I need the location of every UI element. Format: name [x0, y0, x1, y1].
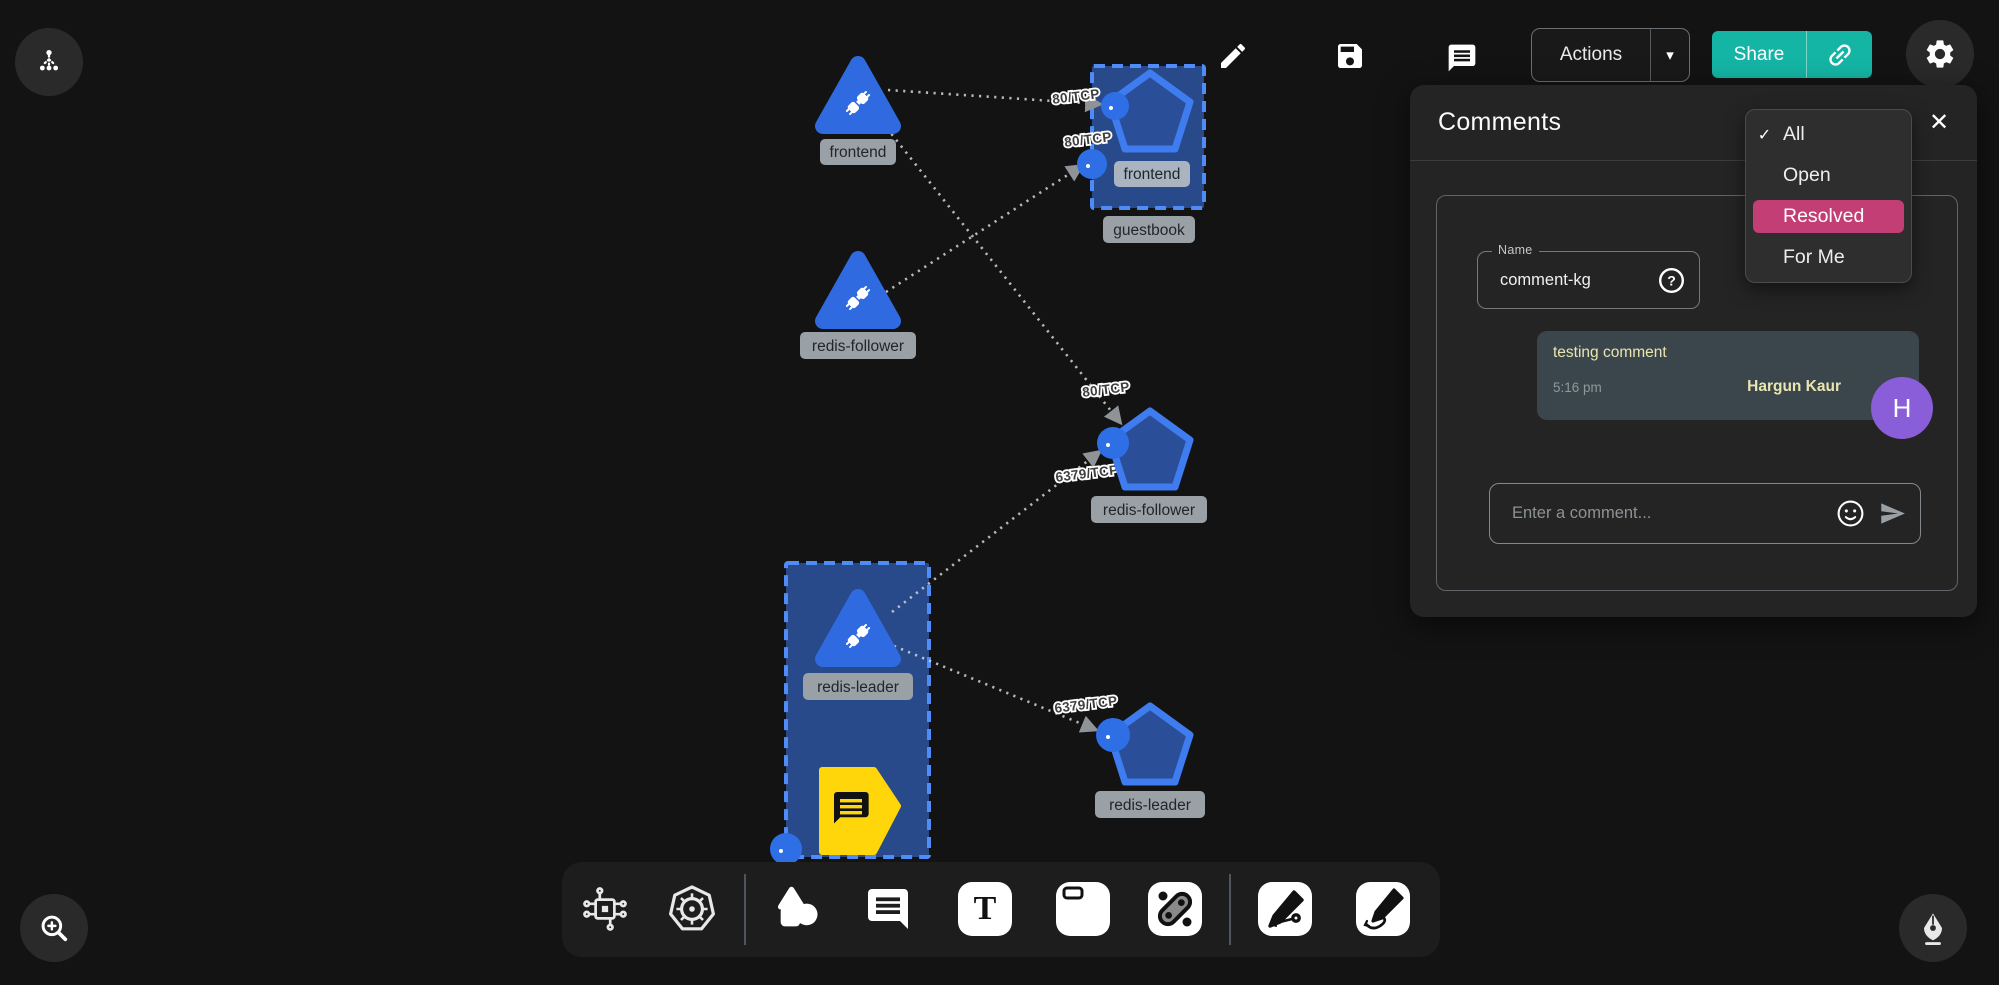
actions-label: Actions — [1532, 44, 1650, 66]
frame-tool-button[interactable] — [1056, 882, 1110, 936]
toolbar-divider — [744, 874, 746, 945]
label-service-redis-leader: redis-leader — [803, 673, 913, 700]
comments-filter-menu: ✓ All Open Resolved For Me — [1745, 109, 1912, 283]
svg-text:?: ? — [1667, 273, 1676, 289]
node-service-redis-follower[interactable] — [823, 259, 893, 321]
svg-text:frontend: frontend — [1124, 166, 1181, 183]
scribble-pen-icon — [1356, 882, 1410, 936]
svg-text:redis-follower: redis-follower — [1103, 502, 1195, 519]
svg-text:redis-follower: redis-follower — [812, 338, 904, 355]
svg-text:guestbook: guestbook — [1113, 222, 1185, 239]
port-label: 6379/TCP — [1054, 693, 1119, 716]
infra-tool-button[interactable] — [580, 884, 630, 934]
node-service-frontend[interactable] — [823, 64, 893, 126]
zoom-in-icon — [37, 911, 71, 945]
text-tool-button[interactable]: T — [958, 882, 1012, 936]
zoom-button[interactable] — [20, 894, 88, 962]
shapes-icon — [772, 883, 824, 935]
group-endpoint[interactable] — [770, 833, 802, 865]
connector-tool-button[interactable] — [1148, 882, 1202, 936]
comment-bubble[interactable]: testing comment 5:16 pm Hargun Kaur — [1537, 331, 1919, 420]
share-button[interactable]: Share — [1712, 31, 1872, 78]
copy-link-icon[interactable] — [1807, 40, 1872, 70]
close-icon[interactable]: ✕ — [1921, 105, 1957, 141]
filter-option-resolved[interactable]: Resolved — [1746, 196, 1911, 237]
help-icon[interactable]: ? — [1658, 267, 1685, 294]
toolbar-divider — [1229, 874, 1231, 945]
filter-option-all[interactable]: ✓ All — [1746, 114, 1911, 155]
comment-tool-button[interactable] — [864, 885, 912, 933]
pencil-icon — [1217, 40, 1249, 72]
label-service-redis-follower: redis-follower — [800, 332, 916, 359]
text-tool-icon: T — [958, 882, 1012, 936]
share-label: Share — [1712, 44, 1806, 66]
name-field-label: Name — [1492, 243, 1539, 257]
actions-button[interactable]: Actions ▾ — [1531, 28, 1690, 82]
svg-text:frontend: frontend — [830, 144, 887, 161]
filter-option-for-me[interactable]: For Me — [1746, 237, 1911, 278]
comment-name-field[interactable]: Name ? — [1477, 251, 1700, 309]
avatar: H — [1871, 377, 1933, 439]
filter-option-open[interactable]: Open — [1746, 155, 1911, 196]
chevron-down-icon[interactable]: ▾ — [1651, 46, 1689, 64]
comments-toggle-button[interactable] — [1438, 34, 1486, 82]
settings-button[interactable] — [1906, 20, 1974, 88]
pen-mode-button[interactable] — [1899, 894, 1967, 962]
pen-path-icon — [1258, 882, 1312, 936]
gear-icon — [1923, 37, 1957, 71]
label-pod-redis-leader: redis-leader — [1095, 791, 1205, 818]
comment-input-box[interactable] — [1489, 483, 1921, 544]
svg-text:redis-leader: redis-leader — [1109, 797, 1191, 814]
comment-input[interactable] — [1510, 503, 1836, 524]
edit-button[interactable] — [1209, 32, 1257, 80]
connector-icon — [1148, 882, 1202, 936]
comment-icon — [1446, 42, 1478, 74]
shape-toolbar: T — [562, 862, 1440, 957]
label-group-guestbook: guestbook — [1103, 216, 1195, 243]
port-label: 80/TCP — [1081, 379, 1130, 400]
scribble-tool-button[interactable] — [1356, 882, 1410, 936]
pen-path-tool-button[interactable] — [1258, 882, 1312, 936]
save-icon — [1334, 40, 1366, 72]
shapes-tool-button[interactable] — [772, 883, 824, 935]
save-button[interactable] — [1326, 32, 1374, 80]
label-service-frontend: frontend — [820, 139, 896, 165]
comment-text: testing comment — [1553, 344, 1903, 362]
comment-author: Hargun Kaur — [1747, 378, 1841, 396]
kubernetes-icon — [666, 883, 718, 935]
emoji-icon[interactable] — [1836, 499, 1865, 528]
hierarchy-layout-button[interactable] — [15, 28, 83, 96]
pen-nib-icon — [1915, 910, 1951, 946]
comment-time: 5:16 pm — [1553, 380, 1602, 395]
check-icon: ✓ — [1746, 125, 1783, 145]
panel-title: Comments — [1438, 108, 1561, 137]
frame-tool-icon — [1056, 882, 1110, 936]
kubernetes-tool-button[interactable] — [666, 883, 718, 935]
chip-icon — [580, 884, 630, 934]
node-pod-redis-leader[interactable] — [1096, 706, 1190, 782]
port-label: 6379/TCP — [1055, 462, 1120, 485]
edge-redis-follower-svc-to-frontend-pod[interactable] — [886, 167, 1080, 292]
name-input[interactable] — [1498, 270, 1632, 291]
svg-text:redis-leader: redis-leader — [817, 679, 899, 696]
comment-tool-icon — [864, 885, 912, 933]
label-pod-redis-follower: redis-follower — [1091, 496, 1207, 523]
send-icon[interactable] — [1879, 500, 1906, 527]
hierarchy-icon — [33, 46, 65, 78]
label-pod-frontend: frontend — [1114, 161, 1190, 187]
